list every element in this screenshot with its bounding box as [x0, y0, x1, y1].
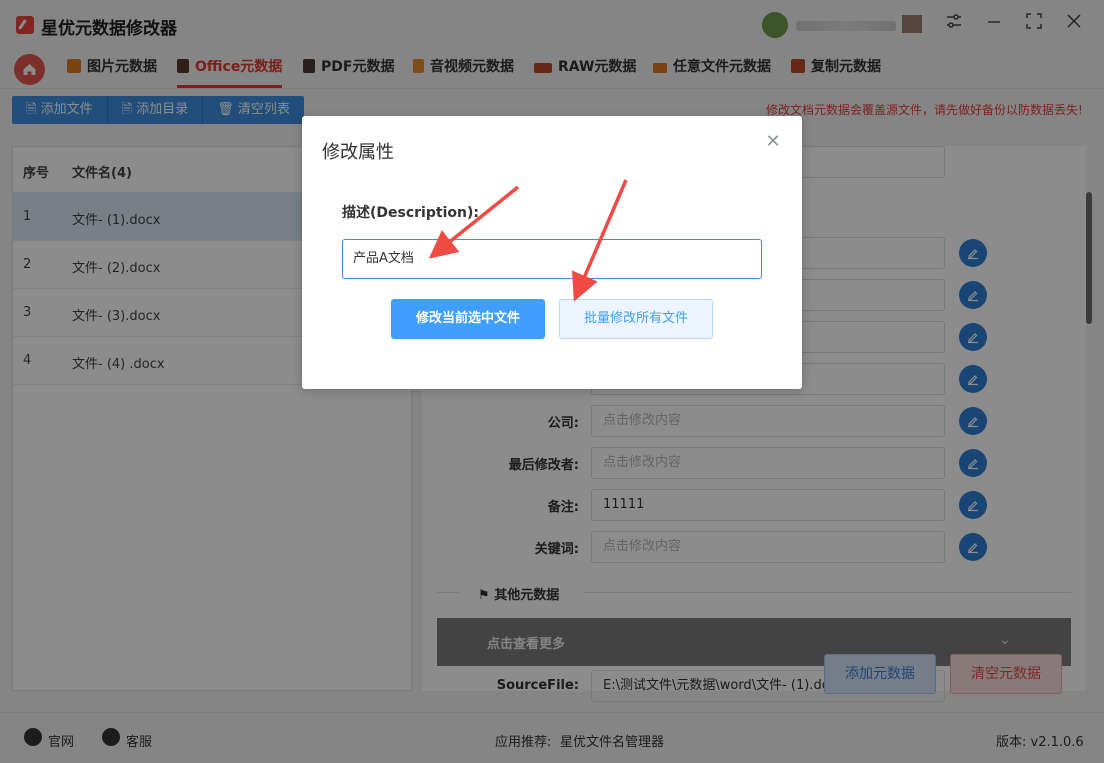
modify-current-button[interactable]: 修改当前选中文件: [391, 299, 545, 339]
edit-property-dialog: 修改属性 ✕ 描述(Description): 产品A文档 修改当前选中文件 批…: [302, 116, 802, 389]
description-label: 描述(Description):: [342, 205, 479, 221]
description-input[interactable]: 产品A文档: [342, 239, 762, 279]
close-icon[interactable]: ✕: [765, 133, 781, 151]
dialog-title: 修改属性: [322, 142, 394, 163]
modify-all-button[interactable]: 批量修改所有文件: [559, 299, 713, 339]
